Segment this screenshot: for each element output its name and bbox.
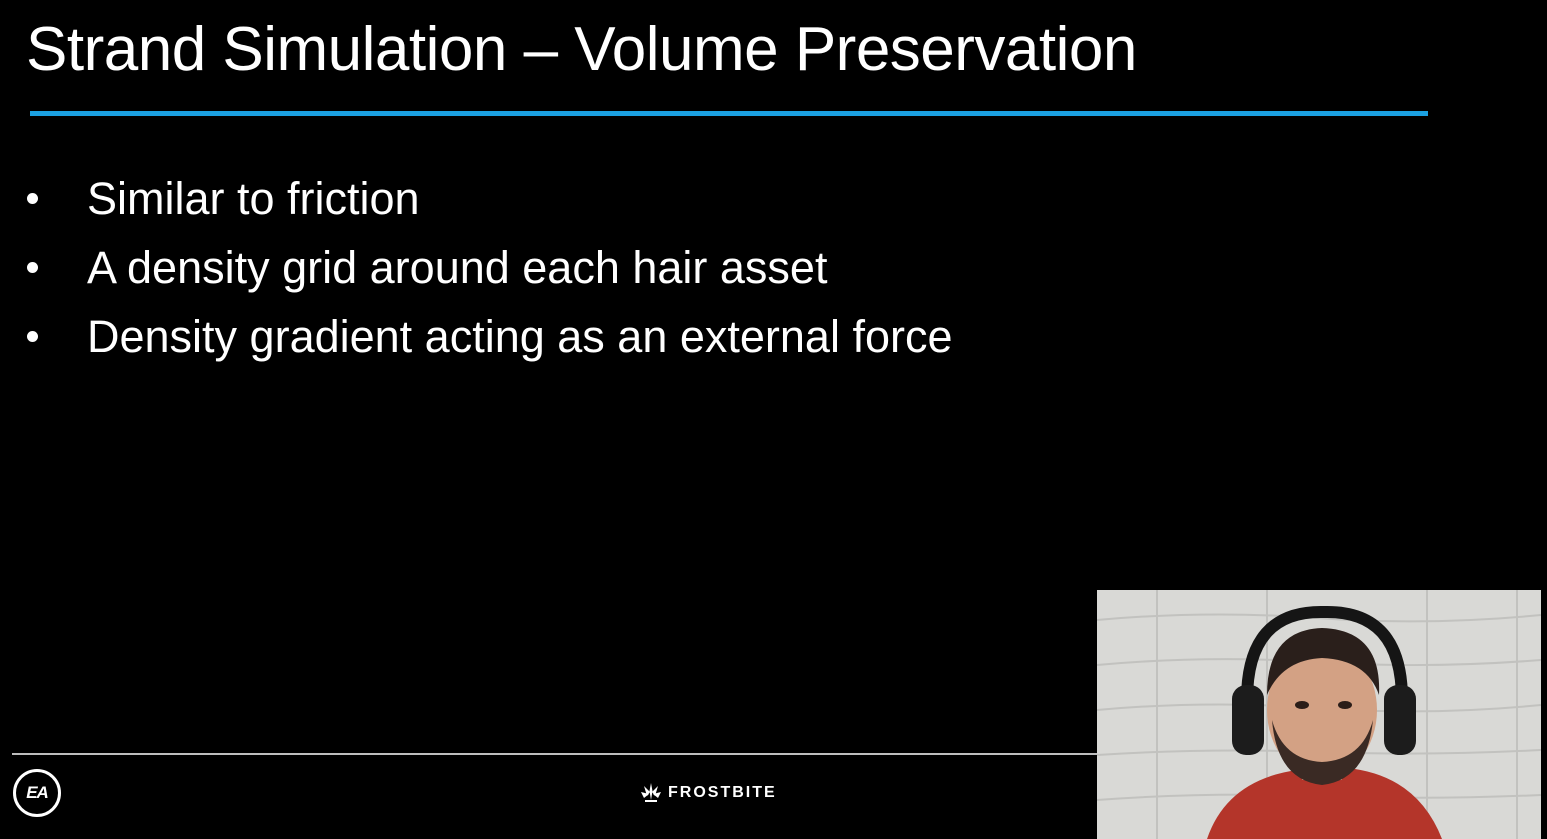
ea-logo: EA [13,769,61,817]
title-underline [30,111,1428,116]
frostbite-logo: FROSTBITE [638,780,777,806]
slide-title: Strand Simulation – Volume Preservation [26,15,1137,84]
frostbite-icon [641,783,661,802]
bullet-text: Similar to friction [87,172,420,224]
frostbite-logo-text: FROSTBITE [668,784,777,801]
webcam-overlay [1097,590,1541,839]
bullet-dot-icon [27,331,38,342]
footer-divider [12,753,1098,755]
bullet-dot-icon [27,193,38,204]
bullet-text: Density gradient acting as an external f… [87,310,953,362]
slide: Strand Simulation – Volume Preservation … [0,0,1547,839]
bullet-dot-icon [27,262,38,273]
presenter-image [1097,590,1541,839]
bullet-text: A density grid around each hair asset [87,241,828,293]
ea-logo-text: EA [26,783,49,802]
